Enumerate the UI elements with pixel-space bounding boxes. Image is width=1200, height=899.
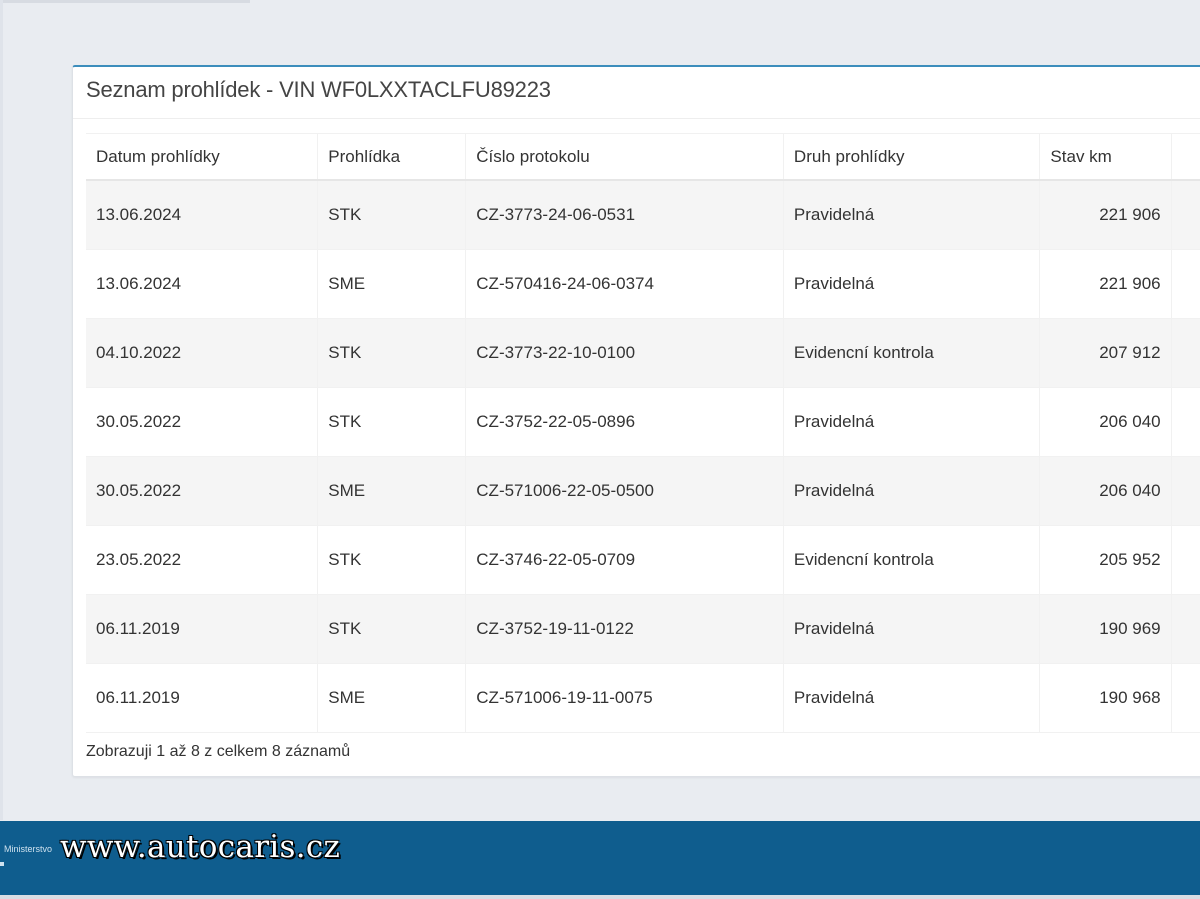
table-info-text: Zobrazuji 1 až 8 z celkem 8 záznamů xyxy=(86,743,351,760)
cell-next xyxy=(1171,663,1200,733)
col-header-inspection[interactable]: Prohlídka xyxy=(317,133,467,181)
watermark-url: www.autocaris.cz xyxy=(60,829,341,865)
cell-odometer: 206 040 xyxy=(1039,387,1172,457)
cell-date: 04.10.2022 xyxy=(86,318,319,388)
cell-date: 06.11.2019 xyxy=(86,594,319,664)
table-header-row: Datum prohlídky Prohlídka Číslo protokol… xyxy=(86,133,1200,181)
cell-protocol: CZ-571006-22-05-0500 xyxy=(465,456,784,526)
cell-date: 30.05.2022 xyxy=(86,387,319,457)
cell-date: 13.06.2024 xyxy=(86,249,319,319)
cell-inspection-type: Evidencní kontrola xyxy=(783,318,1041,388)
cell-odometer: 221 906 xyxy=(1039,180,1172,250)
col-header-protocol[interactable]: Číslo protokolu xyxy=(465,133,784,181)
ministry-label: Ministerstvo xyxy=(4,844,53,854)
cell-odometer: 205 952 xyxy=(1039,525,1172,595)
col-header-next[interactable] xyxy=(1171,133,1200,181)
table-row: 04.10.2022 STK CZ-3773-22-10-0100 Eviden… xyxy=(86,318,1200,388)
cell-next xyxy=(1171,387,1200,457)
top-strip xyxy=(0,0,250,3)
cell-odometer: 190 968 xyxy=(1039,663,1172,733)
cell-protocol: CZ-3773-24-06-0531 xyxy=(465,180,784,250)
cell-inspection-type: Pravidelná xyxy=(783,594,1041,664)
cell-protocol: CZ-3746-22-05-0709 xyxy=(465,525,784,595)
inspection-list-panel: Seznam prohlídek - VIN WF0LXXTACLFU89223… xyxy=(72,65,1200,777)
cell-inspection-type: Pravidelná xyxy=(783,456,1041,526)
panel-title: Seznam prohlídek - VIN WF0LXXTACLFU89223 xyxy=(86,77,551,102)
cell-inspection: SME xyxy=(317,249,467,319)
cell-inspection: STK xyxy=(317,180,467,250)
cell-next xyxy=(1171,525,1200,595)
cell-odometer: 206 040 xyxy=(1039,456,1172,526)
cell-protocol: CZ-570416-24-06-0374 xyxy=(465,249,784,319)
ministry-logo-mark xyxy=(0,862,4,866)
table-row: 06.11.2019 SME CZ-571006-19-11-0075 Prav… xyxy=(86,663,1200,733)
table-row: 23.05.2022 STK CZ-3746-22-05-0709 Eviden… xyxy=(86,525,1200,595)
cell-next xyxy=(1171,594,1200,664)
cell-inspection: STK xyxy=(317,318,467,388)
site-footer: Ministerstvo www.autocaris.cz xyxy=(0,821,1200,895)
col-header-odometer[interactable]: Stav km xyxy=(1039,133,1172,181)
cell-inspection-type: Evidencní kontrola xyxy=(783,525,1041,595)
cell-date: 06.11.2019 xyxy=(86,663,319,733)
cell-next xyxy=(1171,180,1200,250)
cell-next xyxy=(1171,456,1200,526)
inspection-table: Datum prohlídky Prohlídka Číslo protokol… xyxy=(86,133,1200,733)
panel-divider xyxy=(73,118,1200,119)
cell-protocol: CZ-3752-22-05-0896 xyxy=(465,387,784,457)
cell-inspection-type: Pravidelná xyxy=(783,387,1041,457)
cell-inspection: SME xyxy=(317,663,467,733)
table-row: 06.11.2019 STK CZ-3752-19-11-0122 Pravid… xyxy=(86,594,1200,664)
col-header-inspection-type[interactable]: Druh prohlídky xyxy=(783,133,1041,181)
col-header-date[interactable]: Datum prohlídky xyxy=(86,133,319,181)
cell-odometer: 221 906 xyxy=(1039,249,1172,319)
cell-odometer: 207 912 xyxy=(1039,318,1172,388)
cell-protocol: CZ-571006-19-11-0075 xyxy=(465,663,784,733)
table-row: 30.05.2022 SME CZ-571006-22-05-0500 Prav… xyxy=(86,456,1200,526)
table-row: 30.05.2022 STK CZ-3752-22-05-0896 Pravid… xyxy=(86,387,1200,457)
cell-date: 13.06.2024 xyxy=(86,180,319,250)
cell-inspection: STK xyxy=(317,387,467,457)
cell-inspection: STK xyxy=(317,525,467,595)
cell-next xyxy=(1171,249,1200,319)
cell-inspection-type: Pravidelná xyxy=(783,249,1041,319)
table-row: 13.06.2024 SME CZ-570416-24-06-0374 Prav… xyxy=(86,249,1200,319)
left-edge xyxy=(0,0,3,820)
cell-protocol: CZ-3773-22-10-0100 xyxy=(465,318,784,388)
cell-protocol: CZ-3752-19-11-0122 xyxy=(465,594,784,664)
cell-date: 23.05.2022 xyxy=(86,525,319,595)
cell-date: 30.05.2022 xyxy=(86,456,319,526)
cell-inspection-type: Pravidelná xyxy=(783,663,1041,733)
cell-inspection: STK xyxy=(317,594,467,664)
footer-bottom-strip xyxy=(0,895,1200,899)
cell-inspection: SME xyxy=(317,456,467,526)
cell-odometer: 190 969 xyxy=(1039,594,1172,664)
cell-next xyxy=(1171,318,1200,388)
table-row: 13.06.2024 STK CZ-3773-24-06-0531 Pravid… xyxy=(86,180,1200,250)
cell-inspection-type: Pravidelná xyxy=(783,180,1041,250)
